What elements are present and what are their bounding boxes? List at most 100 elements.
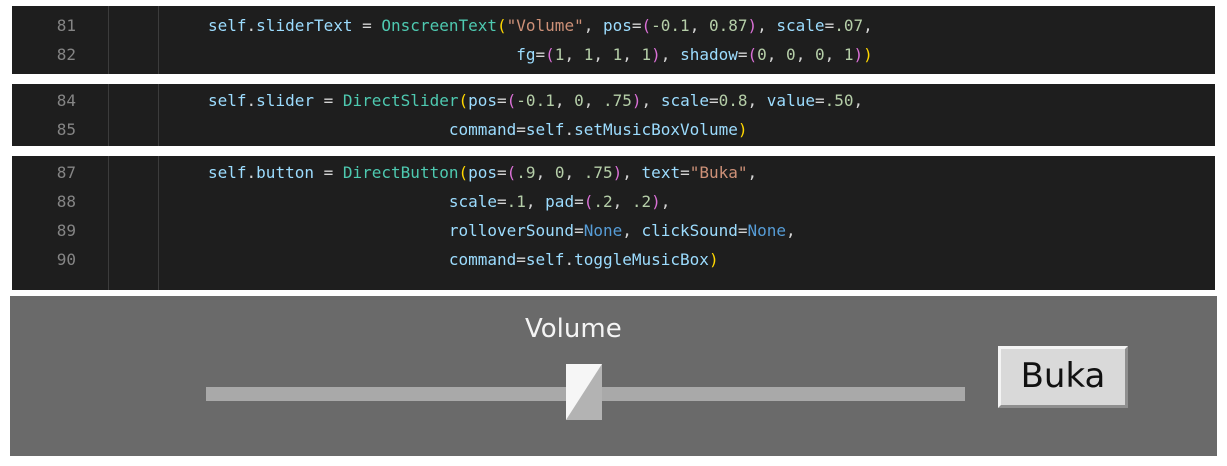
code-text: self.sliderText = OnscreenText("Volume",… [208,11,873,40]
code-token: . [564,120,575,139]
code-token: .9 [516,163,536,182]
code-token: , [535,163,555,182]
code-token: 0.87 [708,16,748,35]
code-token: = [814,91,825,110]
code-token: "Volume" [506,16,584,35]
line-number: 87 [56,163,76,182]
code-token: . [564,250,575,269]
code-panel-1: 81 self.sliderText = OnscreenText("Volume… [12,6,1215,74]
code-token: ) [708,250,719,269]
code-token: self [525,120,565,139]
code-token: ( [583,192,594,211]
code-token: ) [651,192,661,211]
code-token: -0.1 [651,16,690,35]
code-token: setMusicBoxVolume [574,120,738,139]
panda-gui-preview: Volume Buka [10,296,1217,456]
code-token: ( [506,91,517,110]
code-token: = [313,163,343,182]
code-token: ) [853,45,864,64]
code-token: .75 [583,163,613,182]
code-token: , [622,221,642,240]
code-token: shadow [680,45,738,64]
code-token: , [766,45,787,64]
code-token: ) [631,91,642,110]
code-token: .50 [824,91,854,110]
code-token: 1 [554,45,565,64]
code-token: = [574,192,584,211]
code-token: = [313,91,343,110]
code-token: "Buka" [689,163,748,182]
code-panel-3: 87 self.button = DirectButton(pos=(.9, 0,… [12,156,1215,290]
code-token: , [795,45,815,64]
code-token: pos [602,16,632,35]
code-token: = [497,192,507,211]
code-token: , [583,91,603,110]
code-token: 0 [786,45,796,64]
code-token: scale [448,192,497,211]
code-token: , [786,221,796,240]
code-token: ( [506,163,517,182]
code-token: 0 [574,91,584,110]
code-token: ) [612,163,623,182]
code-token: command [448,250,517,269]
code-token: . [246,16,257,35]
code-token: 0 [757,45,767,64]
code-lines: 87 self.button = DirectButton(pos=(.9, 0,… [12,158,1215,274]
code-token: 1 [641,45,652,64]
code-token: clickSound [641,221,738,240]
code-token: scale [660,91,709,110]
code-token: , [622,163,642,182]
code-token: = [631,16,642,35]
code-token: = [497,163,507,182]
code-token: = [352,16,382,35]
code-token: 1 [612,45,623,64]
code-token: . [246,163,257,182]
code-token: OnscreenText [381,16,497,35]
code-token: = [680,163,690,182]
code-text: command=self.toggleMusicBox) [208,245,719,274]
code-token: = [516,120,526,139]
code-token: = [737,45,748,64]
code-token: command [448,120,517,139]
code-token: self [208,163,247,182]
code-token: DirectSlider [342,91,459,110]
code-panel-2: 84 self.slider = DirectSlider(pos=(-0.1, … [12,84,1215,146]
code-token: self [208,16,247,35]
code-token: fg [516,45,536,64]
code-token: , [747,163,758,182]
code-token: , [612,192,632,211]
code-token: value [766,91,815,110]
code-text: self.slider = DirectSlider(pos=(-0.1, 0,… [208,86,863,115]
code-token: None [747,221,786,240]
code-token: , [525,192,546,211]
code-token: , [593,45,613,64]
code-token: = [824,16,835,35]
line-number: 82 [56,45,76,64]
line-number: 81 [56,16,76,35]
code-line: 85 command=self.setMusicBoxVolume) [12,115,1215,144]
line-number: 85 [56,120,76,139]
code-token: ( [747,45,758,64]
code-line: 81 self.sliderText = OnscreenText("Volume… [12,11,1215,40]
line-number: 88 [56,192,76,211]
code-token: 0 [814,45,825,64]
code-token: pad [545,192,575,211]
code-text: rolloverSound=None, clickSound=None, [208,216,796,245]
code-token: ) [863,45,873,64]
buka-button[interactable]: Buka [998,346,1128,408]
volume-slider-thumb[interactable] [566,364,602,420]
code-line: 87 self.button = DirectButton(pos=(.9, 0,… [12,158,1215,187]
code-token: toggleMusicBox [574,250,709,269]
code-token: ) [651,45,661,64]
code-text: self.button = DirectButton(pos=(.9, 0, .… [208,158,757,187]
code-token: self [208,91,247,110]
code-token: , [622,45,642,64]
code-token: -0.1 [516,91,555,110]
code-token: , [689,16,709,35]
code-token: , [824,45,844,64]
code-line: 82 fg=(1, 1, 1, 1), shadow=(0, 0, 0, 1)) [12,40,1215,69]
